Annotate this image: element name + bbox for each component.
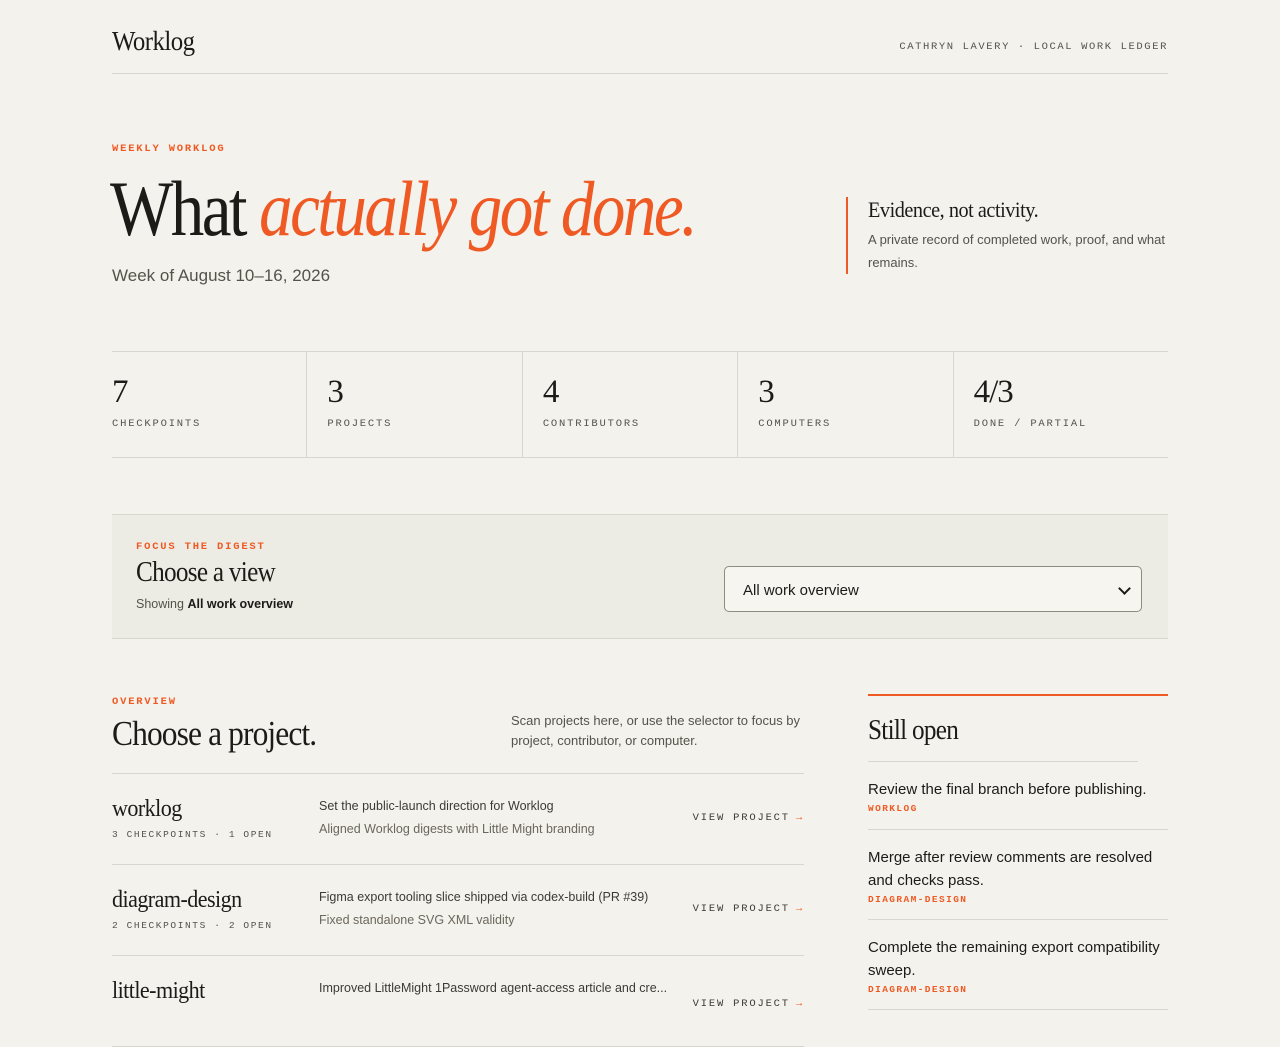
project-name[interactable]: little-might <box>112 978 205 1005</box>
showing-value: All work overview <box>187 597 294 611</box>
stat-value: 4/3 <box>973 374 1014 410</box>
project-name[interactable]: worklog <box>112 796 182 823</box>
project-highlight-secondary: Fixed standalone SVG XML validity <box>319 913 515 927</box>
open-item-tag[interactable]: WORKLOG <box>868 803 1168 814</box>
hero-title: What actually got done. <box>110 170 790 248</box>
open-item-text: Review the final branch before publishin… <box>868 781 1147 798</box>
focus-panel: FOCUS THE DIGEST Choose a view Showing A… <box>112 514 1168 639</box>
open-item: Merge after review comments are resolved… <box>868 830 1168 920</box>
open-item-tag[interactable]: DIAGRAM-DESIGN <box>868 894 1168 905</box>
stat-done-partial: 4/3 DONE / PARTIAL <box>952 352 1168 457</box>
hero: WEEKLY WORKLOG What actually got done. W… <box>110 74 1168 351</box>
open-item-tag[interactable]: DIAGRAM-DESIGN <box>868 984 1168 995</box>
project-highlight: Figma export tooling slice shipped via c… <box>319 890 649 904</box>
hero-quote: Evidence, not activity. A private record… <box>846 197 1168 274</box>
still-open-panel: Still open Review the final branch befor… <box>868 694 1168 1010</box>
quote-title: Evidence, not activity. <box>868 197 1039 222</box>
stat-label: DONE / PARTIAL <box>973 418 1088 430</box>
page: Worklog CATHRYN LAVERY · LOCAL WORK LEDG… <box>110 0 1168 1047</box>
showing-prefix: Showing <box>136 597 184 611</box>
top-bar: Worklog CATHRYN LAVERY · LOCAL WORK LEDG… <box>112 0 1168 74</box>
overview-eyebrow: OVERVIEW <box>112 696 177 708</box>
week-range: Week of August 10–16, 2026 <box>112 266 331 285</box>
stat-checkpoints: 7 CHECKPOINTS <box>112 352 306 457</box>
hero-eyebrow: WEEKLY WORKLOG <box>112 143 226 155</box>
view-project-link[interactable]: VIEW PROJECT → <box>693 903 804 915</box>
open-item: Complete the remaining export compatibil… <box>868 920 1168 1010</box>
stat-value: 4 <box>542 374 559 410</box>
overview-title: Choose a project. <box>112 714 317 753</box>
hero-title-plain: What <box>110 165 248 252</box>
project-row: worklog 3 CHECKPOINTS · 1 OPEN Set the p… <box>112 774 804 865</box>
open-item: Review the final branch before publishin… <box>868 762 1168 830</box>
stat-computers: 3 COMPUTERS <box>737 352 952 457</box>
project-highlight: Set the public-launch direction for Work… <box>319 799 554 813</box>
open-item-text: Merge after review comments are resolved… <box>868 849 1153 889</box>
project-meta: 2 CHECKPOINTS · 2 OPEN <box>112 920 273 931</box>
stat-label: CHECKPOINTS <box>112 418 202 430</box>
still-open-title: Still open <box>868 696 1138 762</box>
focus-title: Choose a view <box>136 557 276 588</box>
logo[interactable]: Worklog <box>112 26 195 57</box>
project-highlight: Improved LittleMight 1Password agent-acc… <box>319 981 668 995</box>
view-select-value: All work overview <box>743 582 859 599</box>
stat-value: 7 <box>112 374 128 410</box>
overview-note: Scan projects here, or use the selector … <box>511 713 801 748</box>
header-meta: CATHRYN LAVERY · LOCAL WORK LEDGER <box>899 41 1168 53</box>
project-meta: 3 CHECKPOINTS · 1 OPEN <box>112 829 273 840</box>
view-project-link[interactable]: VIEW PROJECT → <box>693 812 804 824</box>
view-select[interactable]: All work overview <box>724 566 1142 612</box>
project-row: little-might Improved LittleMight 1Passw… <box>112 956 804 1047</box>
quote-subtitle: A private record of completed work, proo… <box>868 232 1165 270</box>
view-project-label: VIEW PROJECT <box>692 903 790 915</box>
chevron-down-icon <box>1118 582 1131 595</box>
view-project-label: VIEW PROJECT <box>692 812 790 824</box>
stats-row: 7 CHECKPOINTS 3 PROJECTS 4 CONTRIBUTORS … <box>112 351 1168 458</box>
stat-value: 3 <box>327 374 343 410</box>
open-item-text: Complete the remaining export compatibil… <box>868 939 1160 979</box>
hero-title-emphasis: actually got done. <box>259 165 698 252</box>
project-list: worklog 3 CHECKPOINTS · 1 OPEN Set the p… <box>112 773 804 1047</box>
showing-text: Showing All work overview <box>136 597 293 611</box>
project-highlight-secondary: Aligned Worklog digests with Little Migh… <box>319 822 595 836</box>
stat-contributors: 4 CONTRIBUTORS <box>521 352 737 457</box>
stat-label: PROJECTS <box>327 418 393 430</box>
stat-label: CONTRIBUTORS <box>542 418 641 430</box>
overview-section: OVERVIEW Choose a project. Scan projects… <box>112 639 1168 1047</box>
project-name[interactable]: diagram-design <box>112 887 242 914</box>
project-row: diagram-design 2 CHECKPOINTS · 2 OPEN Fi… <box>112 865 804 956</box>
stat-projects: 3 PROJECTS <box>306 352 521 457</box>
stat-value: 3 <box>758 374 774 410</box>
arrow-right-icon: → <box>795 903 804 915</box>
stat-label: COMPUTERS <box>758 418 832 430</box>
focus-eyebrow: FOCUS THE DIGEST <box>136 541 266 553</box>
arrow-right-icon: → <box>795 812 804 824</box>
